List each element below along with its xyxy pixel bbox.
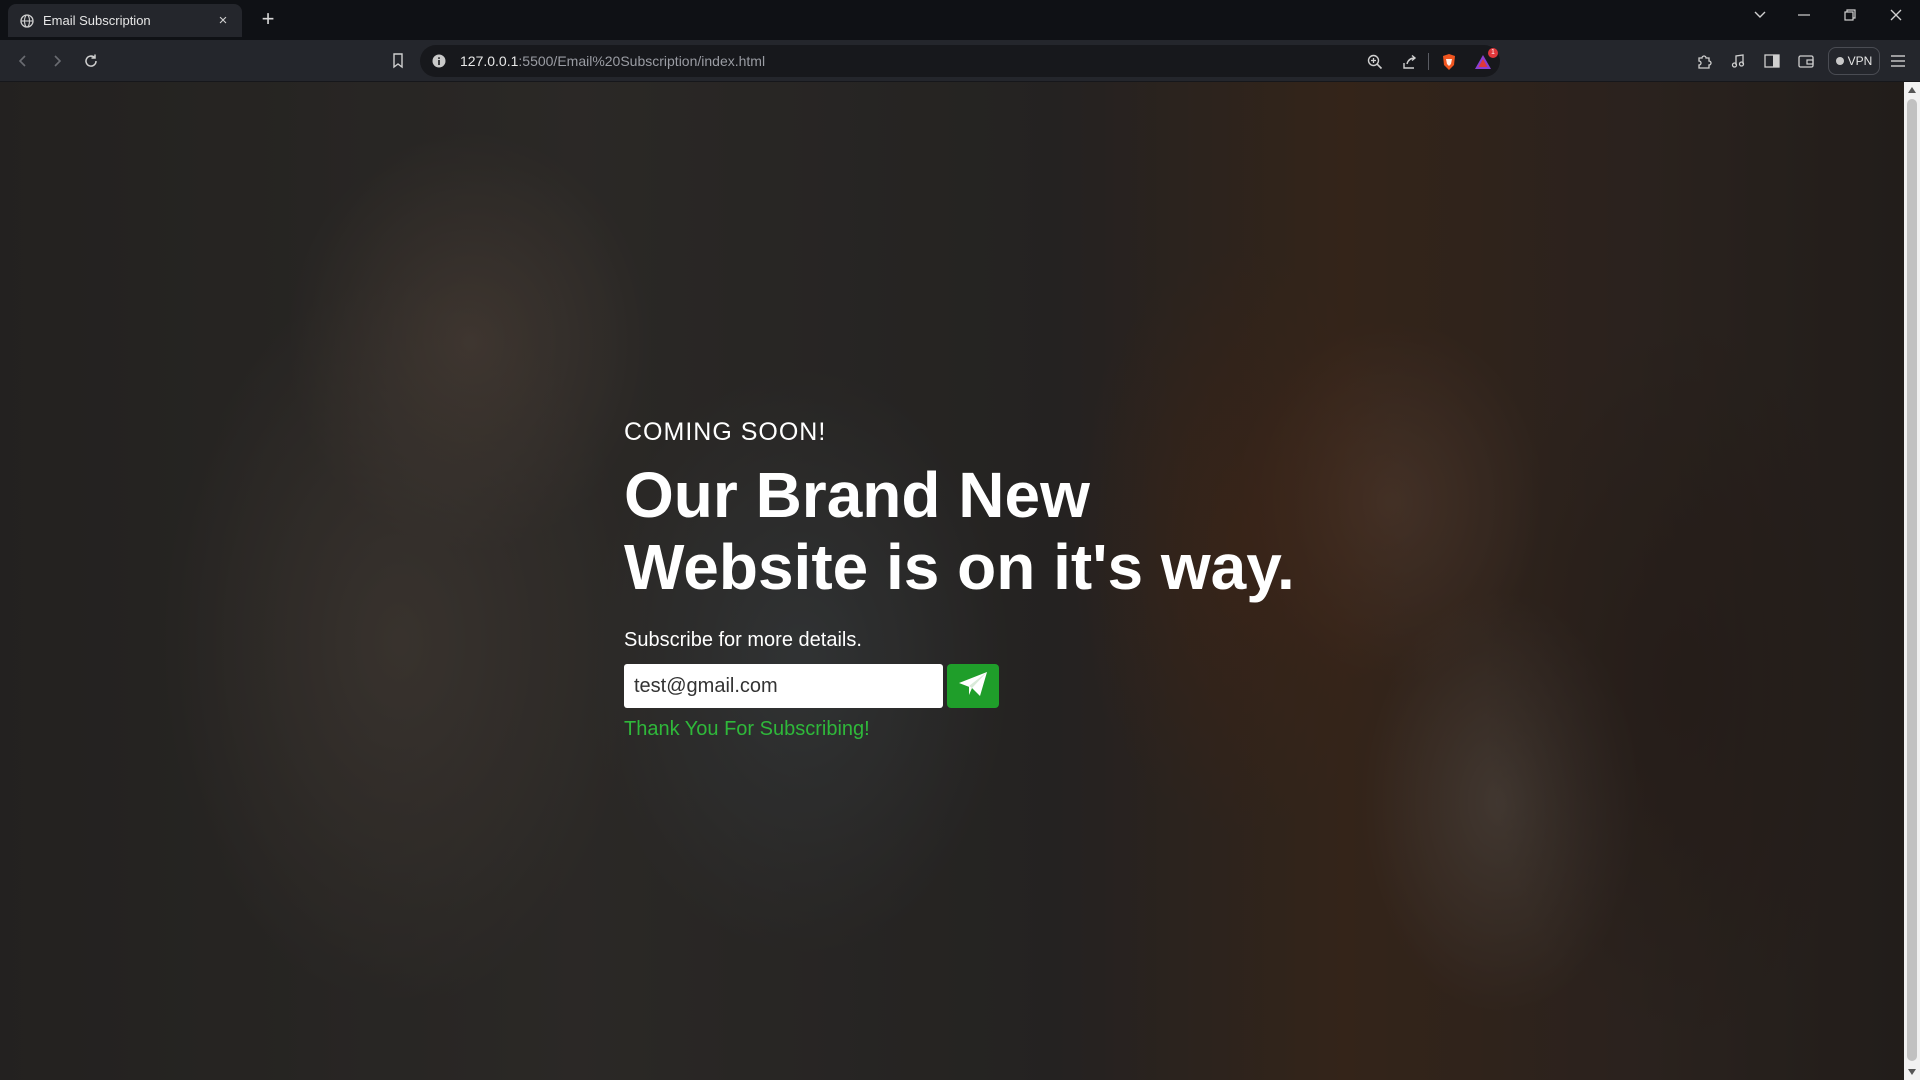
headline-line-2: Website is on it's way. (624, 531, 1295, 603)
plus-icon[interactable]: + (256, 8, 280, 32)
rewards-icon[interactable]: 1 (1472, 48, 1498, 73)
extensions-icon[interactable] (1692, 49, 1716, 73)
subscribe-prompt: Subscribe for more details. (624, 629, 862, 651)
tab-email-subscription[interactable]: Email Subscription × (8, 4, 242, 37)
forward-icon[interactable] (44, 48, 70, 74)
scroll-up-icon[interactable] (1904, 82, 1920, 98)
minimize-icon[interactable] (1784, 0, 1824, 30)
globe-icon (20, 13, 34, 28)
subscribe-button[interactable] (947, 664, 999, 708)
scrollbar[interactable] (1904, 82, 1920, 1080)
zoom-icon[interactable] (1364, 51, 1386, 73)
brave-shield-icon[interactable] (1438, 51, 1460, 73)
bookmark-icon[interactable] (386, 49, 410, 73)
coming-soon-label: COMING SOON! (624, 418, 827, 446)
url-host: 127.0.0.1 (460, 53, 519, 69)
url-text[interactable]: 127.0.0.1:5500/Email%20Subscription/inde… (460, 53, 765, 69)
page-viewport: COMING SOON! Our Brand New Website is on… (0, 82, 1920, 1080)
sidebar-icon[interactable] (1760, 49, 1784, 73)
tab-strip: Email Subscription × + (0, 0, 1920, 40)
browser-toolbar: 127.0.0.1:5500/Email%20Subscription/inde… (0, 40, 1920, 82)
reload-icon[interactable] (78, 48, 104, 74)
restore-icon[interactable] (1830, 0, 1870, 30)
url-path: :5500/Email%20Subscription/index.html (518, 53, 766, 69)
page-title: Our Brand New Website is on it's way. (624, 459, 1384, 603)
subscribe-form (624, 664, 1384, 708)
success-message: Thank You For Subscribing! (624, 718, 870, 740)
email-field[interactable] (624, 664, 943, 708)
chevron-down-icon[interactable] (1740, 0, 1780, 30)
vpn-status-icon (1835, 57, 1844, 65)
divider (1428, 53, 1429, 70)
vpn-label: VPN (1847, 54, 1873, 68)
headline-line-1: Our Brand New (624, 459, 1090, 531)
rewards-badge: 1 (1488, 48, 1498, 58)
info-icon[interactable] (432, 54, 446, 68)
media-icon[interactable] (1726, 49, 1750, 73)
scroll-down-icon[interactable] (1904, 1064, 1920, 1080)
address-bar[interactable]: 127.0.0.1:5500/Email%20Subscription/inde… (420, 45, 1500, 77)
wallet-icon[interactable] (1794, 49, 1818, 73)
close-icon[interactable]: × (214, 12, 232, 30)
menu-icon[interactable] (1886, 49, 1910, 73)
back-icon[interactable] (10, 48, 36, 74)
share-icon[interactable] (1398, 51, 1420, 73)
hero-section: COMING SOON! Our Brand New Website is on… (624, 418, 1384, 741)
tab-title: Email Subscription (43, 13, 151, 28)
close-window-icon[interactable] (1876, 0, 1916, 30)
send-icon (958, 671, 988, 702)
vpn-button[interactable]: VPN (1828, 47, 1880, 75)
scroll-thumb[interactable] (1907, 99, 1917, 1061)
